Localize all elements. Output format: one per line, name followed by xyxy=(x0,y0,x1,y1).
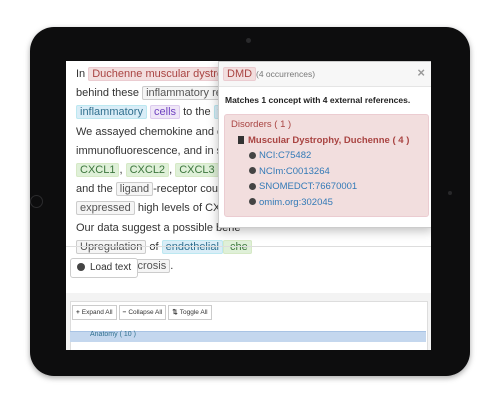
text-segment: immunofluorescence, and in situ xyxy=(76,144,234,157)
annotated-term[interactable]: CXCL2 xyxy=(125,163,170,178)
globe-icon xyxy=(249,151,256,159)
concept-title[interactable]: Muscular Dystrophy, Duchenne ( 4 ) xyxy=(238,135,409,146)
globe-icon xyxy=(249,167,256,174)
reference-link[interactable]: SNOMEDCT:76670001 xyxy=(249,179,357,195)
text-line: Upregulation of endothelial che xyxy=(76,238,431,257)
expand-all-button[interactable]: + Expand All xyxy=(72,305,117,320)
plus-icon: + xyxy=(76,309,80,316)
popover-occurrences: (4 occurrences) xyxy=(256,69,316,79)
text-segment: Our data suggest a possible bene xyxy=(76,221,241,234)
disorders-panel: Disorders ( 1 ) Muscular Dystrophy, Duch… xyxy=(224,114,429,217)
reference-list: NCI:C75482 NCIm:C0013264 SNOMEDCT:766700… xyxy=(249,148,357,210)
toggle-icon: ⇅ xyxy=(172,309,178,316)
annotated-term[interactable]: ligand xyxy=(115,182,154,197)
category-header-label: Anatomy ( 10 ) xyxy=(90,331,136,338)
load-text-button[interactable]: Load text xyxy=(70,258,138,278)
reference-link[interactable]: NCI:C75482 xyxy=(249,148,357,164)
text-segment: In xyxy=(76,68,89,80)
text-segment: and the xyxy=(76,183,116,196)
tree-button-group: + Expand All − Collapse All ⇅ Toggle All xyxy=(72,305,214,320)
close-icon[interactable]: × xyxy=(417,65,425,80)
globe-icon xyxy=(249,182,256,190)
match-summary: Matches 1 concept with 4 external refere… xyxy=(225,95,411,105)
annotated-term[interactable]: cells xyxy=(150,105,181,120)
globe-icon xyxy=(249,198,256,205)
popover-code: DMD xyxy=(223,67,257,81)
concept-label: Muscular Dystrophy, Duchenne ( 4 ) xyxy=(248,135,410,146)
annotated-term[interactable]: CXCL3 xyxy=(175,163,219,178)
annotated-term[interactable]: inflammatory xyxy=(76,105,147,120)
collapse-all-button[interactable]: − Collapse All xyxy=(118,305,167,320)
sensor-dot xyxy=(448,191,452,195)
reload-icon xyxy=(77,263,85,271)
text-segment: . xyxy=(170,260,174,273)
toggle-all-button[interactable]: ⇅ Toggle All xyxy=(168,305,212,320)
category-header-anatomy[interactable]: Anatomy ( 10 ) xyxy=(70,331,426,342)
concept-popover: DMD (4 occurrences) × Matches 1 concept … xyxy=(218,61,431,228)
disorders-title: Disorders ( 1 ) xyxy=(231,119,292,130)
app-screen: In Duchenne muscular dystrophy behind the… xyxy=(66,61,431,350)
text-segment: behind these xyxy=(76,87,143,100)
annotated-term[interactable]: expressed xyxy=(76,201,135,216)
home-button xyxy=(30,195,43,208)
divider xyxy=(66,246,431,247)
book-icon xyxy=(238,136,244,144)
minus-icon: − xyxy=(122,309,127,316)
text-segment: We assayed chemokine and chen xyxy=(76,125,241,138)
popover-header: DMD (4 occurrences) × xyxy=(219,62,431,87)
load-text-label: Load text xyxy=(90,262,132,273)
text-segment: to the xyxy=(180,106,214,119)
reference-link[interactable]: omim.org:302045 xyxy=(249,195,357,211)
annotated-term[interactable]: CXCL1 xyxy=(76,163,120,178)
text-segment: , xyxy=(119,164,126,177)
camera-dot xyxy=(246,38,251,43)
reference-link[interactable]: NCIm:C0013264 xyxy=(249,164,357,180)
